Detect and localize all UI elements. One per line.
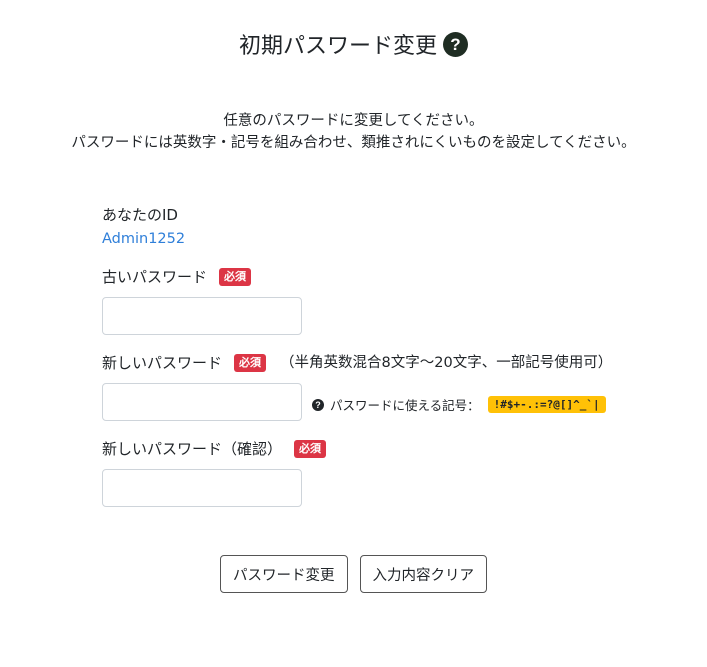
- clear-input-button[interactable]: 入力内容クリア: [359, 555, 487, 593]
- page-title: 初期パスワード変更: [238, 34, 437, 59]
- password-rule-note: （半角英数混合8文字～20文字、一部記号使用可）: [280, 355, 613, 371]
- new-password-input[interactable]: [102, 383, 302, 421]
- new-password-label-row: 新しいパスワード 必須 （半角英数混合8文字～20文字、一部記号使用可）: [102, 353, 702, 373]
- old-password-label-row: 古いパスワード 必須: [102, 267, 702, 287]
- intro-text: 任意のパスワードに変更してください。 パスワードには英数字・記号を組み合わせ、類…: [0, 110, 707, 154]
- user-id-value: Admin1252: [102, 231, 186, 247]
- user-id-label: あなたのID: [102, 206, 178, 224]
- password-change-form: あなたのID Admin1252 古いパスワード 必須 新しいパスワード 必須 …: [102, 205, 702, 507]
- confirm-password-input[interactable]: [102, 469, 302, 507]
- required-badge: 必須: [219, 268, 252, 286]
- required-badge: 必須: [234, 354, 267, 372]
- new-password-label: 新しいパスワード: [102, 354, 223, 372]
- form-actions: パスワード変更 入力内容クリア: [0, 555, 707, 593]
- new-password-row: ? パスワードに使える記号： !#$+-.:=?@[]^_`|: [102, 383, 702, 421]
- symbols-hint: ? パスワードに使える記号： !#$+-.:=?@[]^_`|: [312, 395, 606, 414]
- required-badge: 必須: [294, 440, 327, 458]
- confirm-password-label-row: 新しいパスワード（確認） 必須: [102, 439, 702, 459]
- old-password-input[interactable]: [102, 297, 302, 335]
- question-circle-icon: ?: [312, 398, 324, 411]
- confirm-password-label: 新しいパスワード（確認）: [102, 440, 283, 458]
- page-header: 初期パスワード変更 ?: [0, 28, 707, 60]
- change-password-button[interactable]: パスワード変更: [220, 555, 348, 593]
- old-password-label: 古いパスワード: [102, 268, 208, 286]
- allowed-symbols-badge: !#$+-.:=?@[]^_`|: [487, 396, 606, 413]
- intro-line-1: 任意のパスワードに変更してください。: [223, 113, 484, 129]
- question-circle-icon[interactable]: ?: [443, 31, 468, 57]
- intro-line-2: パスワードには英数字・記号を組み合わせ、類推されにくいものを設定してください。: [71, 135, 636, 151]
- symbols-hint-text: パスワードに使える記号：: [330, 398, 480, 413]
